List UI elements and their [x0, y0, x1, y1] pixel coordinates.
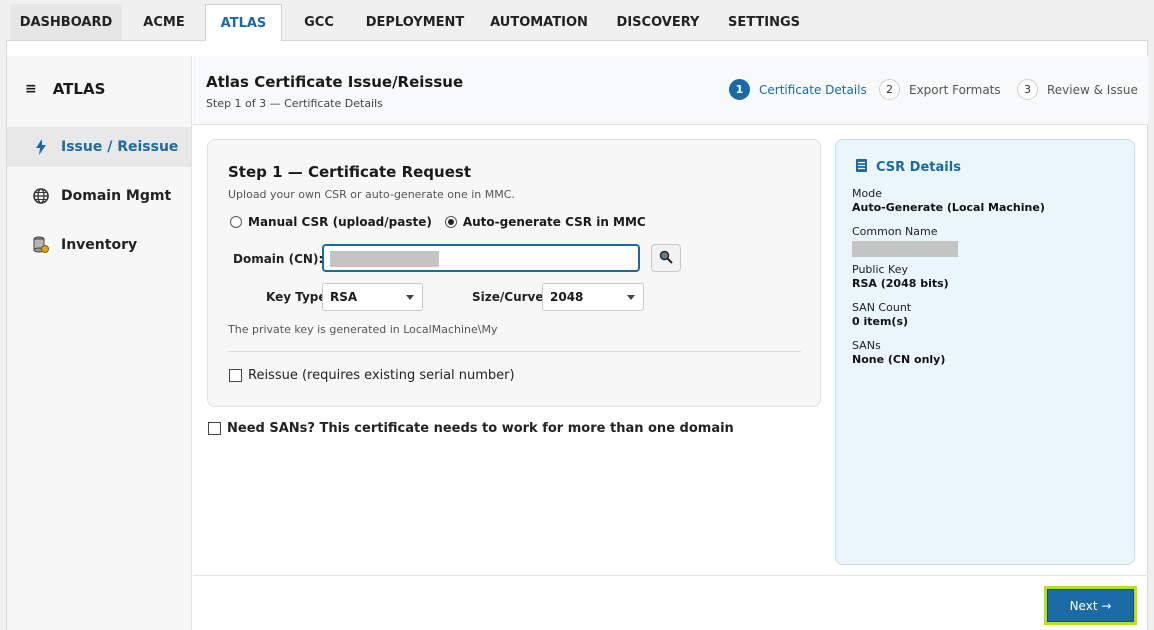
need-sans-checkbox[interactable]: [208, 422, 221, 435]
step-label: Export Formats: [909, 82, 1001, 97]
size-label: Size/Curve:: [472, 290, 549, 304]
need-sans-option[interactable]: Need SANs? This certificate needs to wor…: [208, 421, 734, 436]
page-subtitle: Step 1 of 3 — Certificate Details: [206, 97, 383, 110]
radio-manual-label: Manual CSR (upload/paste): [248, 215, 432, 229]
tab-atlas[interactable]: ATLAS: [205, 4, 282, 41]
need-sans-label: Need SANs? This certificate needs to wor…: [227, 421, 734, 436]
step-1[interactable]: 1 Certificate Details: [729, 79, 867, 100]
csr-cn-label: Common Name: [852, 225, 938, 238]
page-title: Atlas Certificate Issue/Reissue: [206, 73, 464, 91]
hamburger-icon[interactable]: ≡: [25, 81, 37, 97]
tab-gcc[interactable]: GCC: [284, 4, 354, 40]
footer-divider: [193, 575, 1148, 576]
csr-pubkey-value: RSA (2048 bits): [852, 277, 949, 290]
page-header: Atlas Certificate Issue/Reissue Step 1 o…: [193, 56, 1148, 125]
csr-pubkey-label: Public Key: [852, 263, 908, 276]
card-description: Upload your own CSR or auto-generate one…: [228, 188, 515, 201]
csr-mode-label: Mode: [852, 187, 882, 200]
sidebar-item-domain-mgmt[interactable]: Domain Mgmt: [7, 176, 191, 216]
sidebar-title: ATLAS: [52, 80, 106, 98]
domain-label: Domain (CN):: [233, 252, 324, 266]
csr-mode-group: Manual CSR (upload/paste) Auto-generate …: [230, 215, 646, 229]
top-tab-bar: DASHBOARD ACME ATLAS GCC DEPLOYMENT AUTO…: [0, 0, 1154, 41]
redacted-value: [330, 251, 439, 267]
step-number: 1: [729, 79, 750, 100]
divider: [228, 351, 801, 352]
csr-title-text: CSR Details: [876, 160, 961, 175]
main-panel: ≡ ATLAS Issue / Reissue Domain Mgmt Inve…: [6, 40, 1148, 630]
domain-input[interactable]: [322, 244, 640, 272]
radio-manual-csr[interactable]: Manual CSR (upload/paste): [230, 215, 432, 229]
step-number: 2: [879, 79, 900, 100]
size-select[interactable]: 2048: [542, 283, 644, 311]
database-icon: [33, 236, 49, 253]
csr-sancount-value: 0 item(s): [852, 315, 909, 328]
tab-dashboard[interactable]: DASHBOARD: [10, 4, 122, 40]
tab-deployment[interactable]: DEPLOYMENT: [356, 4, 474, 40]
globe-icon: [33, 188, 49, 204]
radio-auto-label: Auto-generate CSR in MMC: [462, 215, 646, 229]
next-button[interactable]: Next →: [1047, 589, 1134, 622]
certificate-request-card: Step 1 — Certificate Request Upload your…: [207, 139, 821, 407]
reissue-option[interactable]: Reissue (requires existing serial number…: [229, 368, 515, 383]
csr-sans-value: None (CN only): [852, 353, 946, 366]
tab-settings[interactable]: SETTINGS: [714, 4, 814, 40]
step-label: Certificate Details: [759, 82, 867, 97]
sidebar-header: ≡ ATLAS: [25, 80, 105, 98]
chevron-down-icon: [406, 295, 414, 300]
sidebar-item-label: Domain Mgmt: [61, 188, 172, 204]
step-label: Review & Issue: [1047, 82, 1138, 97]
sidebar-item-label: Inventory: [61, 237, 138, 253]
tab-discovery[interactable]: DISCOVERY: [604, 4, 712, 40]
step-3[interactable]: 3 Review & Issue: [1017, 79, 1138, 100]
tab-automation[interactable]: AUTOMATION: [476, 4, 602, 40]
sidebar-item-inventory[interactable]: Inventory: [7, 225, 191, 265]
reissue-label: Reissue (requires existing serial number…: [248, 368, 515, 383]
csr-mode-value: Auto-Generate (Local Machine): [852, 201, 1045, 214]
document-icon: [855, 158, 868, 177]
sidebar-item-label: Issue / Reissue: [61, 139, 179, 155]
magnifier-icon: [659, 249, 673, 268]
card-title: Step 1 — Certificate Request: [228, 163, 471, 181]
csr-cn-redacted: [852, 241, 958, 257]
key-location-hint: The private key is generated in LocalMac…: [228, 323, 498, 336]
bolt-icon: [33, 139, 49, 155]
radio-circle[interactable]: [444, 216, 457, 228]
radio-circle[interactable]: [230, 216, 242, 228]
lookup-button[interactable]: [651, 244, 681, 272]
csr-sans-label: SANs: [852, 339, 881, 352]
step-2[interactable]: 2 Export Formats: [879, 79, 1001, 100]
step-number: 3: [1017, 79, 1038, 100]
csr-details-panel: CSR Details Mode Auto-Generate (Local Ma…: [835, 139, 1135, 565]
reissue-checkbox[interactable]: [229, 369, 242, 382]
csr-title: CSR Details: [855, 158, 961, 177]
next-button-highlight: Next →: [1044, 586, 1137, 625]
key-type-select[interactable]: RSA: [322, 283, 423, 311]
sidebar-item-issue-reissue[interactable]: Issue / Reissue: [7, 127, 191, 167]
sidebar: ≡ ATLAS Issue / Reissue Domain Mgmt Inve…: [7, 56, 192, 630]
radio-auto-csr[interactable]: Auto-generate CSR in MMC: [444, 215, 646, 229]
tab-acme[interactable]: ACME: [124, 4, 204, 40]
key-type-value: RSA: [330, 290, 358, 304]
size-value: 2048: [550, 290, 584, 304]
chevron-down-icon: [627, 295, 635, 300]
csr-sancount-label: SAN Count: [852, 301, 912, 314]
